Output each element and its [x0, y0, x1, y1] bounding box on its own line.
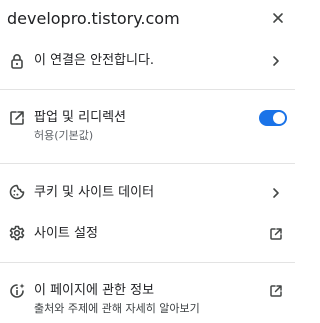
divider: [0, 163, 295, 164]
site-info-header: developro.tistory.com: [0, 0, 295, 38]
divider: [0, 262, 295, 263]
close-icon[interactable]: [271, 11, 285, 25]
cookie-icon: [8, 183, 26, 201]
lock-icon: [8, 52, 26, 70]
site-settings-label: 사이트 설정: [34, 226, 98, 241]
open-in-new-icon: [269, 227, 283, 241]
cookies-site-data-label: 쿠키 및 사이트 데이터: [34, 185, 155, 200]
about-this-page-sub: 출처와 주제에 관해 자세히 알아보기: [34, 302, 200, 315]
open-in-new-icon: [8, 109, 26, 127]
popups-toggle[interactable]: [259, 110, 287, 126]
site-domain: developro.tistory.com: [7, 9, 180, 28]
popups-redirects-status: 허용(기본값): [34, 129, 94, 142]
open-in-new-icon: [269, 284, 283, 298]
gear-icon: [8, 224, 26, 242]
connection-security-label: 이 연결은 안전합니다.: [34, 53, 155, 68]
toggle-knob: [273, 112, 285, 124]
about-this-page-row[interactable]: 이 페이지에 관한 정보 출처와 주제에 관해 자세히 알아보기: [0, 280, 295, 320]
about-this-page-label: 이 페이지에 관한 정보: [34, 283, 155, 298]
divider: [0, 89, 295, 90]
popups-redirects-label: 팝업 및 리디렉션: [34, 110, 126, 125]
site-settings-row[interactable]: 사이트 설정: [0, 221, 295, 247]
chevron-right-icon: [269, 54, 283, 68]
cookies-site-data-row[interactable]: 쿠키 및 사이트 데이터: [0, 180, 295, 206]
info-sparkle-icon: [8, 282, 26, 300]
connection-security-row[interactable]: 이 연결은 안전합니다.: [0, 46, 295, 76]
popups-redirects-row: 팝업 및 리디렉션 허용(기본값): [0, 106, 295, 146]
chevron-right-icon: [269, 186, 283, 200]
